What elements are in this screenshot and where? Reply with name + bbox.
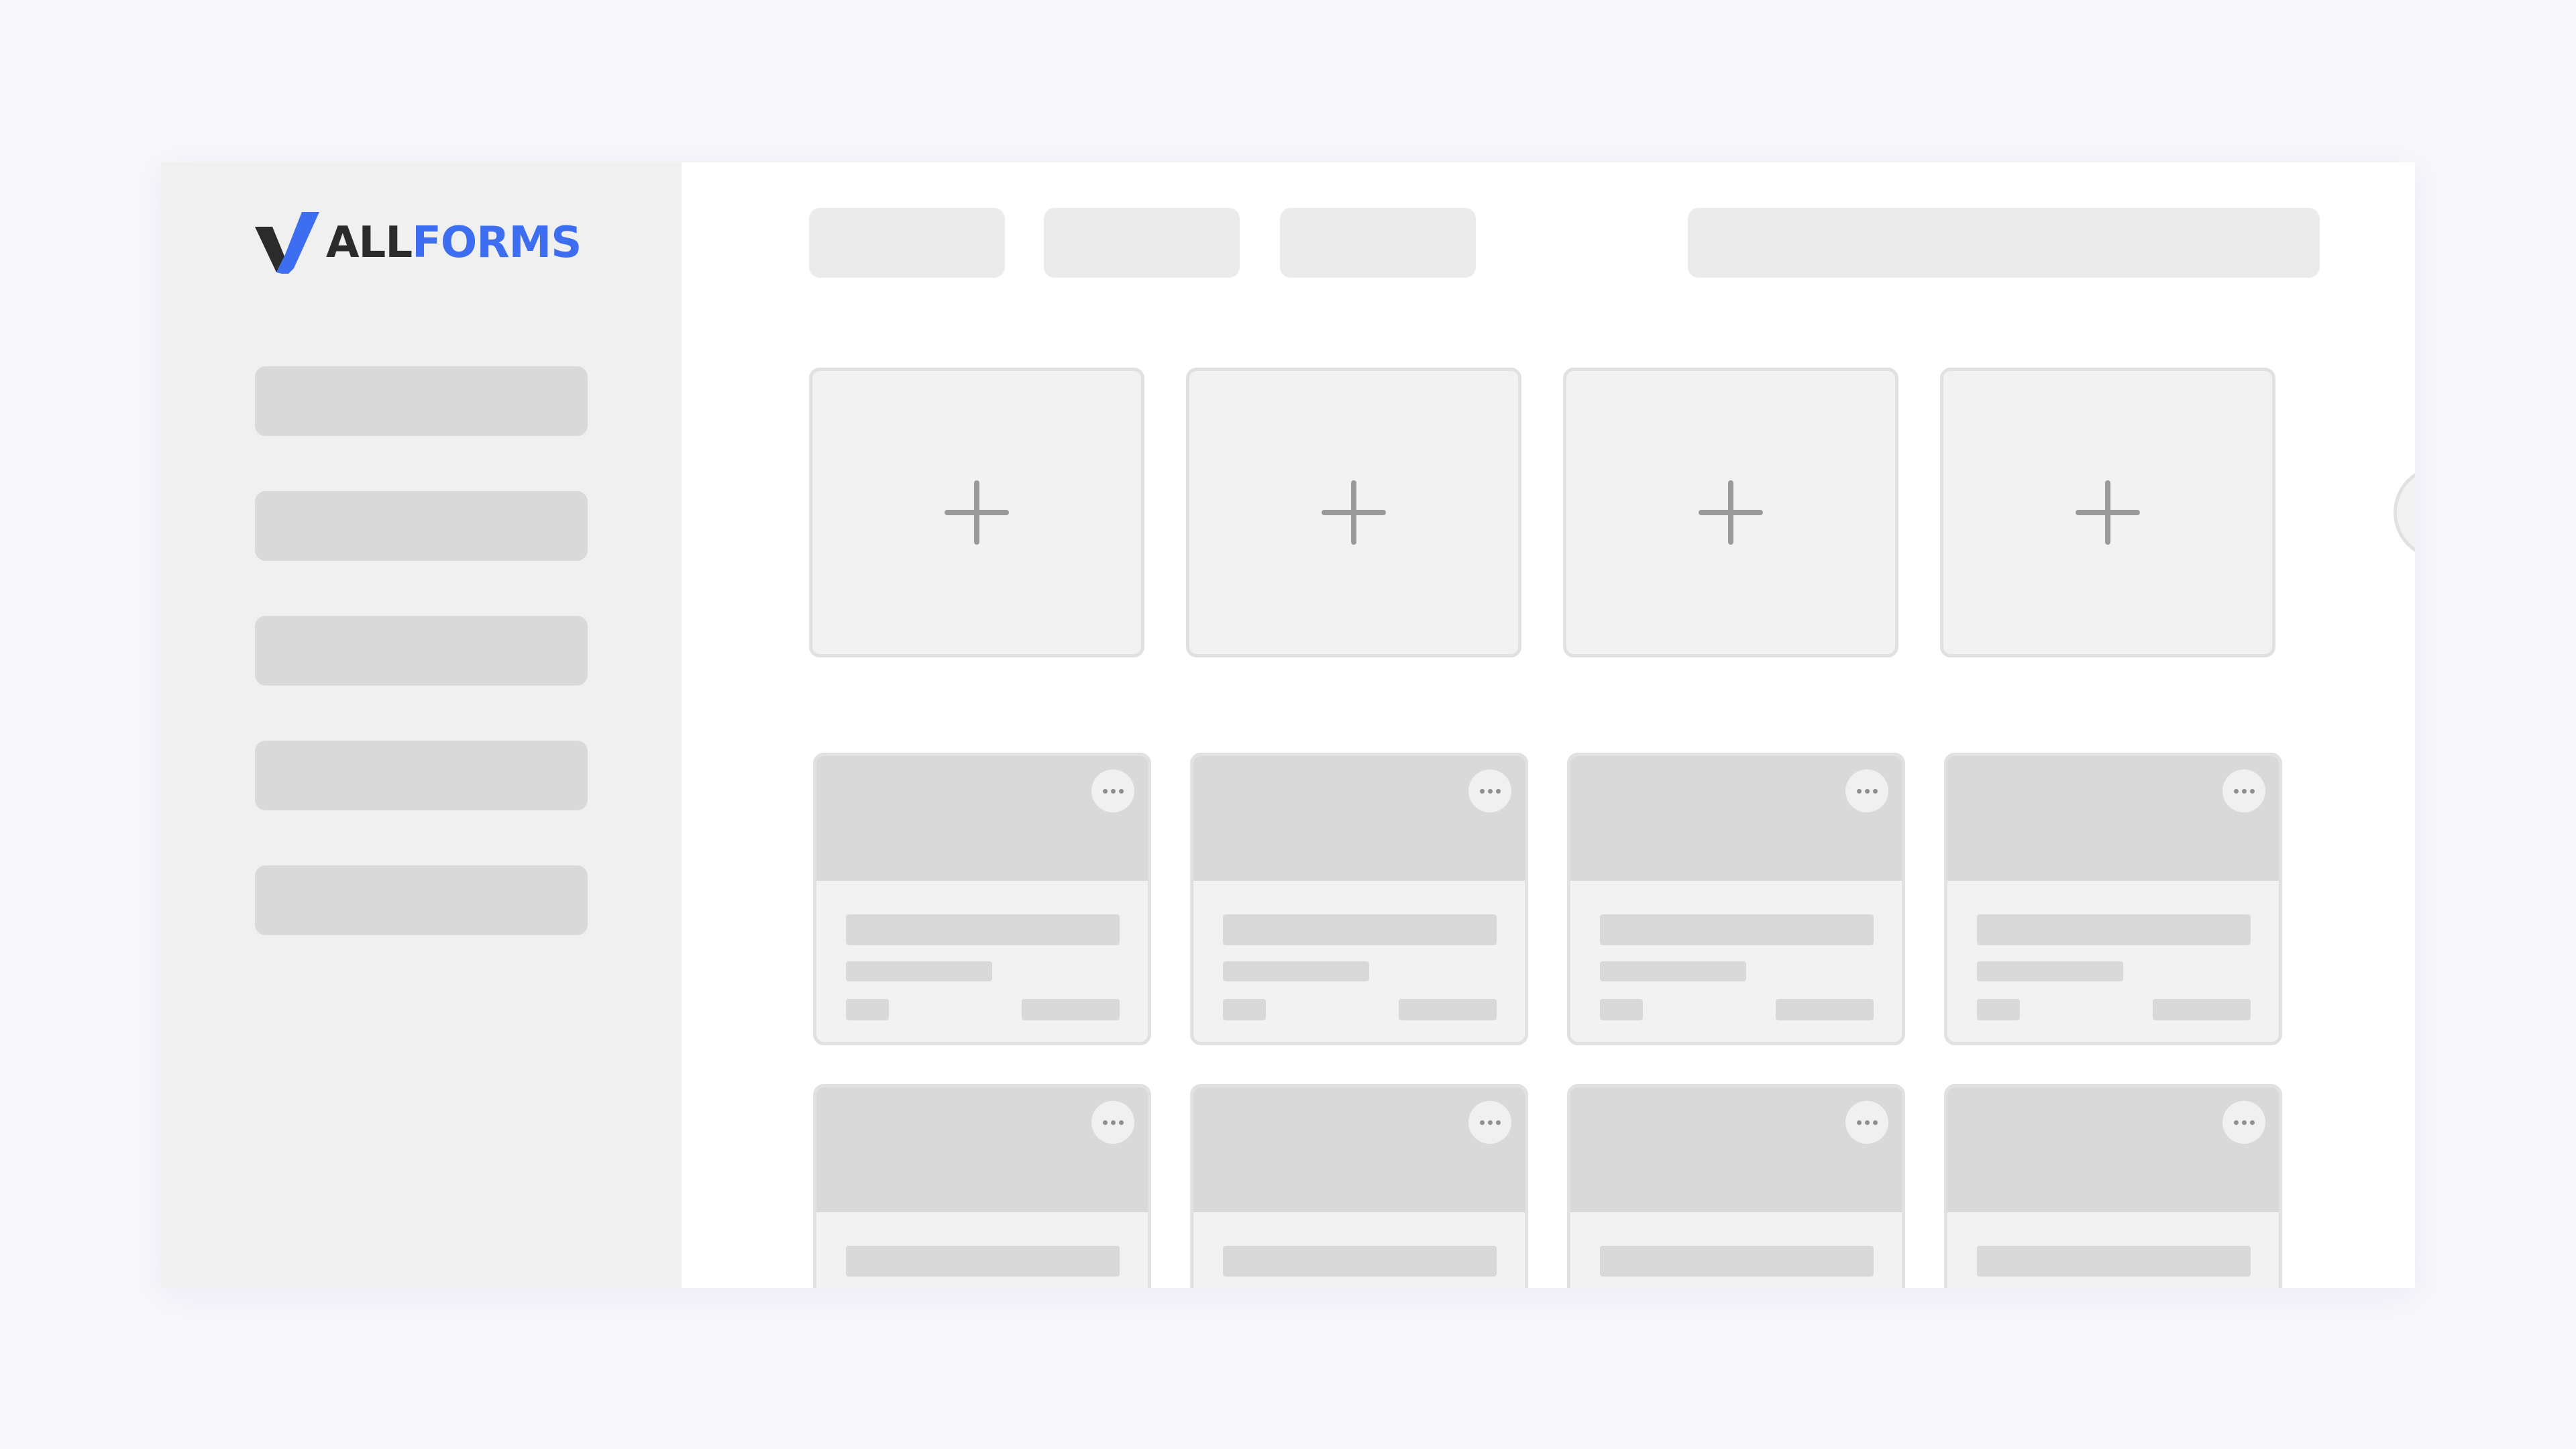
form-subtitle-placeholder (1600, 961, 1746, 981)
more-horizontal-icon (2249, 1120, 2255, 1125)
form-title-placeholder (1977, 914, 2251, 945)
main-content (682, 162, 2415, 1288)
more-horizontal-icon (1479, 1120, 1485, 1125)
form-title-placeholder (1223, 914, 1497, 945)
form-title-placeholder (1600, 1246, 1874, 1277)
sidebar-item-3[interactable] (255, 616, 588, 686)
plus-icon (1699, 480, 1763, 545)
more-horizontal-icon (1495, 788, 1501, 794)
avatar[interactable] (2238, 208, 2308, 278)
more-horizontal-icon (1856, 1120, 1862, 1125)
more-horizontal-icon (1872, 1120, 1878, 1125)
form-date-placeholder (2153, 999, 2251, 1020)
app-window: ALLFORMS (161, 162, 2415, 1288)
form-card[interactable] (813, 1084, 1151, 1288)
checkmark-logo-icon (255, 212, 319, 274)
logo-wordmark-forms: FORMS (412, 218, 582, 268)
toolbar-button-2[interactable] (1044, 208, 1240, 278)
form-meta-placeholder (1977, 999, 2020, 1020)
more-options-button[interactable] (1091, 1101, 1134, 1144)
form-meta-placeholder (846, 999, 889, 1020)
form-card[interactable] (1944, 753, 2282, 1045)
form-card[interactable] (813, 753, 1151, 1045)
more-options-button[interactable] (1845, 769, 1888, 812)
sidebar-item-1[interactable] (255, 366, 588, 436)
more-options-button[interactable] (2222, 769, 2265, 812)
form-subtitle-placeholder (846, 961, 992, 981)
new-form-card-4[interactable] (1940, 368, 2275, 657)
new-form-card-3[interactable] (1563, 368, 1898, 657)
more-horizontal-icon (1487, 788, 1493, 794)
form-date-placeholder (1022, 999, 1120, 1020)
more-horizontal-icon (2241, 1120, 2247, 1125)
form-title-placeholder (846, 1246, 1120, 1277)
toolbar-button-3[interactable] (1280, 208, 1476, 278)
more-horizontal-icon (2241, 788, 2247, 794)
sidebar-item-2[interactable] (255, 491, 588, 561)
plus-icon (2076, 480, 2140, 545)
logo-wordmark: ALLFORMS (326, 221, 582, 264)
more-horizontal-icon (1872, 788, 1878, 794)
new-form-card-1[interactable] (809, 368, 1144, 657)
more-horizontal-icon (2233, 788, 2239, 794)
more-horizontal-icon (1110, 788, 1116, 794)
more-horizontal-icon (1864, 1120, 1870, 1125)
more-options-button[interactable] (1468, 1101, 1511, 1144)
more-horizontal-icon (1118, 788, 1124, 794)
plus-icon (945, 480, 1009, 545)
more-horizontal-icon (1495, 1120, 1501, 1125)
more-horizontal-icon (1856, 788, 1862, 794)
more-options-button[interactable] (1845, 1101, 1888, 1144)
form-date-placeholder (1399, 999, 1497, 1020)
sidebar-item-4[interactable] (255, 741, 588, 810)
form-meta-placeholder (1600, 999, 1643, 1020)
toolbar-button-1[interactable] (809, 208, 1005, 278)
sidebar-item-5[interactable] (255, 865, 588, 935)
form-date-placeholder (1776, 999, 1874, 1020)
more-horizontal-icon (1118, 1120, 1124, 1125)
more-horizontal-icon (1864, 788, 1870, 794)
more-horizontal-icon (2233, 1120, 2239, 1125)
logo-wordmark-all: ALL (326, 218, 413, 268)
form-title-placeholder (846, 914, 1120, 945)
next-templates-button[interactable] (2394, 466, 2415, 559)
form-card[interactable] (1567, 1084, 1905, 1288)
more-options-button[interactable] (1468, 769, 1511, 812)
more-horizontal-icon (1102, 1120, 1108, 1125)
more-horizontal-icon (1479, 788, 1485, 794)
form-title-placeholder (1223, 1246, 1497, 1277)
form-card[interactable] (1944, 1084, 2282, 1288)
more-options-button[interactable] (1091, 769, 1134, 812)
search-input[interactable] (1688, 208, 2320, 278)
form-title-placeholder (1977, 1246, 2251, 1277)
more-horizontal-icon (1102, 788, 1108, 794)
form-meta-placeholder (1223, 999, 1266, 1020)
form-title-placeholder (1600, 914, 1874, 945)
more-horizontal-icon (2249, 788, 2255, 794)
more-horizontal-icon (1110, 1120, 1116, 1125)
form-subtitle-placeholder (1977, 961, 2123, 981)
sidebar: ALLFORMS (161, 162, 682, 1288)
plus-icon (1322, 480, 1386, 545)
allforms-logo[interactable]: ALLFORMS (255, 209, 582, 276)
form-card[interactable] (1190, 753, 1528, 1045)
form-card[interactable] (1567, 753, 1905, 1045)
more-options-button[interactable] (2222, 1101, 2265, 1144)
form-card[interactable] (1190, 1084, 1528, 1288)
form-subtitle-placeholder (1223, 961, 1369, 981)
new-form-card-2[interactable] (1186, 368, 1521, 657)
more-horizontal-icon (1487, 1120, 1493, 1125)
